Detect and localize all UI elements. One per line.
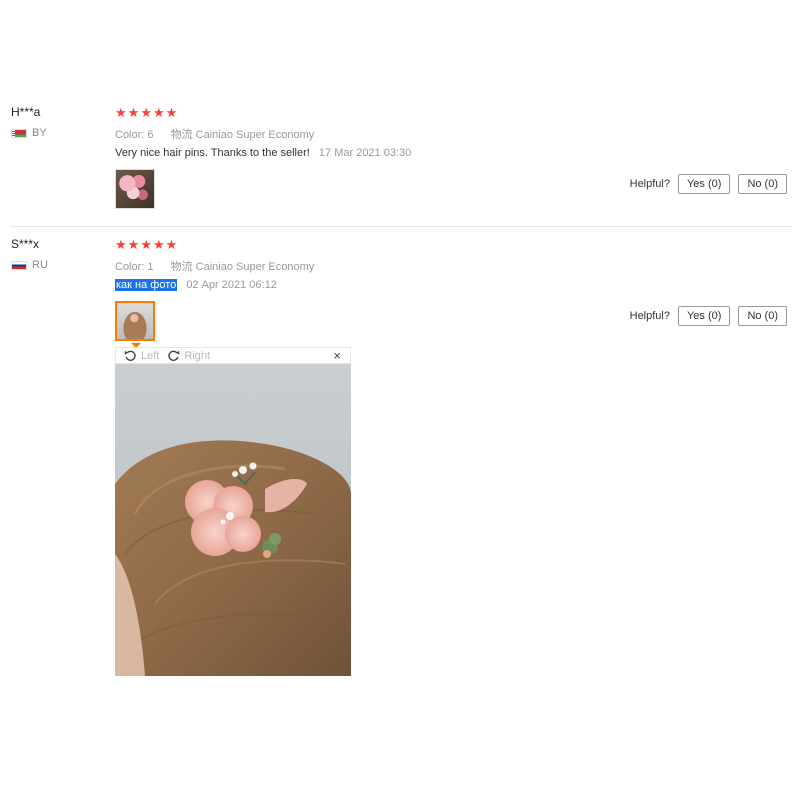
yes-vote-button[interactable]: Yes (0) <box>677 174 731 194</box>
hair-pins-photo <box>116 170 154 208</box>
no-vote-button[interactable]: No (0) <box>738 174 787 194</box>
review-attributes: Color: 1 物流 Cainiao Super Economy <box>115 258 314 274</box>
star-rating: ★ ★ ★ ★ ★ <box>115 106 177 119</box>
logistics-value: Cainiao Super Economy <box>195 129 315 141</box>
flag-by-icon <box>11 128 27 138</box>
star-icon: ★ <box>152 237 165 252</box>
photo-viewer: Left Right × <box>115 347 351 676</box>
review-item: H***a BY ★ ★ ★ ★ ★ Color: 6 物流 Cainiao S… <box>0 98 800 226</box>
feedback-text: Very nice hair pins. Thanks to the selle… <box>115 147 310 159</box>
star-icon: ★ <box>140 105 152 120</box>
rotate-left-button[interactable]: Left <box>124 349 159 362</box>
enlarged-review-photo <box>115 364 351 676</box>
country-code: BY <box>32 127 47 139</box>
hair-clip-photo <box>117 303 153 339</box>
review-photo-thumbnail[interactable] <box>115 301 155 341</box>
reviewer-country: BY <box>11 127 47 139</box>
star-icon: ★ <box>165 105 178 120</box>
review-item: S***x RU ★ ★ ★ ★ ★ Color: 1 物流 Cainiao S… <box>0 230 800 680</box>
country-code: RU <box>32 259 48 271</box>
color-label: Color: <box>115 129 145 141</box>
star-rating: ★ ★ ★ ★ ★ <box>115 238 177 251</box>
star-icon: ★ <box>127 237 140 252</box>
reviewer-name: S***x <box>11 237 40 251</box>
review-photo-thumbnail[interactable] <box>115 169 155 209</box>
color-value: 1 <box>147 261 154 273</box>
hair-clip-on-head-photo <box>115 364 351 676</box>
logistics-value: Cainiao Super Economy <box>195 261 315 273</box>
reviewer-name: H***a <box>11 105 41 119</box>
no-vote-button[interactable]: No (0) <box>738 306 787 326</box>
helpful-votes: Helpful? Yes (0) No (0) <box>630 306 787 326</box>
feedback-text: как на фото <box>115 279 178 291</box>
color-value: 6 <box>147 129 154 141</box>
helpful-label: Helpful? <box>629 310 670 322</box>
logistics-label: 物流 <box>170 261 193 273</box>
helpful-label: Helpful? <box>629 178 670 190</box>
star-icon: ★ <box>115 237 127 252</box>
review-text: как на фото 02 Apr 2021 06:12 <box>115 279 277 291</box>
yes-vote-button[interactable]: Yes (0) <box>677 306 731 326</box>
review-date: 02 Apr 2021 06:12 <box>186 279 277 291</box>
rotate-right-icon <box>168 350 180 361</box>
rotate-right-button[interactable]: Right <box>167 349 210 362</box>
review-date: 17 Mar 2021 03:30 <box>318 147 412 159</box>
rotate-left-icon <box>124 350 136 361</box>
star-icon: ★ <box>140 237 152 252</box>
photo-viewer-toolbar: Left Right × <box>115 347 351 364</box>
review-attributes: Color: 6 物流 Cainiao Super Economy <box>115 126 314 142</box>
flag-ru-icon <box>11 260 27 270</box>
close-icon[interactable]: × <box>333 348 341 363</box>
review-text: Very nice hair pins. Thanks to the selle… <box>115 147 411 159</box>
logistics-label: 物流 <box>170 129 193 141</box>
review-divider <box>10 226 792 227</box>
star-icon: ★ <box>165 237 178 252</box>
rotate-right-label: Right <box>184 349 211 362</box>
star-icon: ★ <box>115 105 127 120</box>
reviewer-country: RU <box>11 259 48 271</box>
helpful-votes: Helpful? Yes (0) No (0) <box>630 174 787 194</box>
star-icon: ★ <box>152 105 165 120</box>
star-icon: ★ <box>127 105 140 120</box>
rotate-left-label: Left <box>141 349 160 362</box>
color-label: Color: <box>115 261 145 273</box>
